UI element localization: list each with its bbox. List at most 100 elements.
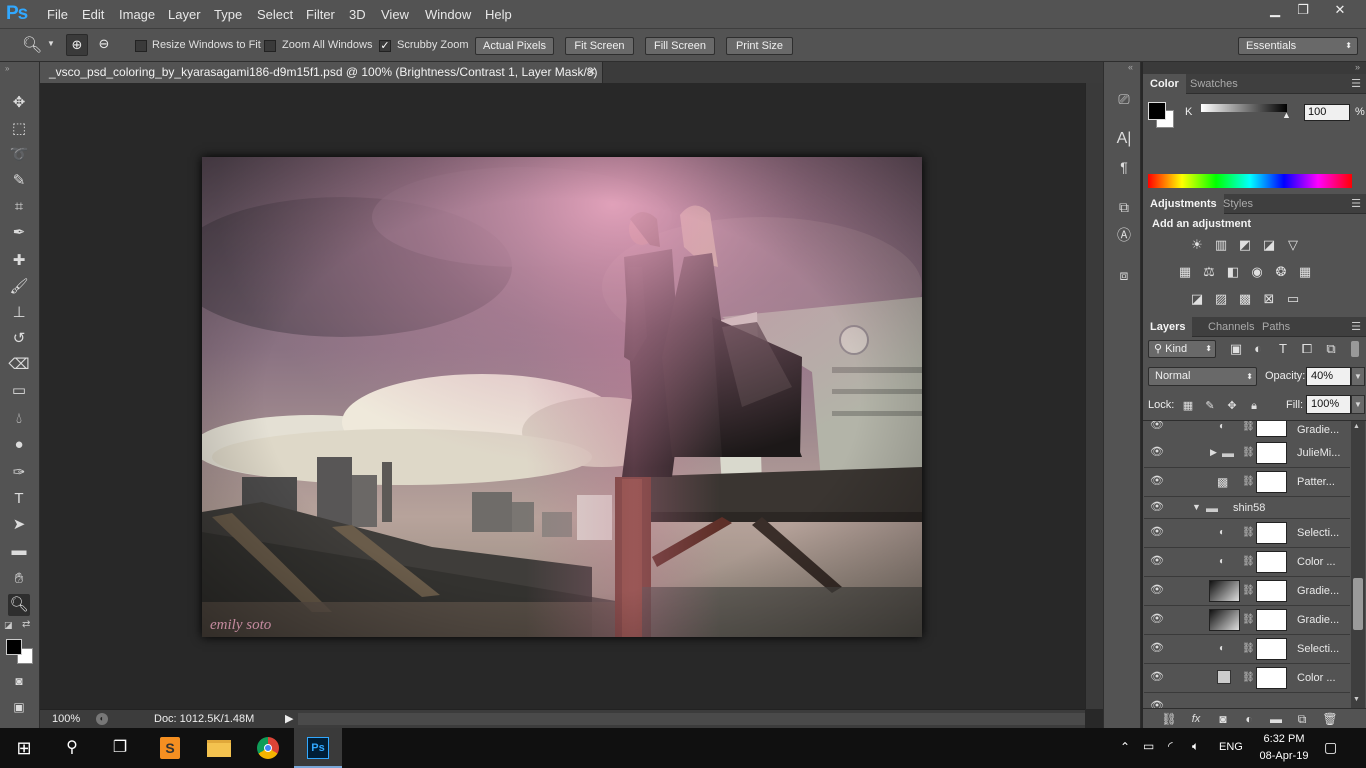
new-adjustment-icon[interactable]: ◐ [1240, 712, 1258, 726]
chevron-down-icon[interactable]: ▼ [47, 39, 55, 48]
menu-help[interactable]: Help [485, 7, 512, 22]
visibility-eye-icon[interactable]: 👁︎ [1150, 476, 1164, 487]
clock-time[interactable]: 6:32 PM [1256, 733, 1312, 745]
vertical-scrollbar[interactable] [1085, 83, 1103, 709]
move-tool-icon[interactable]: ✥ [8, 92, 30, 114]
photo-filter-icon[interactable]: ◉ [1248, 265, 1266, 279]
new-layer-icon[interactable]: ⧉ [1293, 712, 1311, 726]
workspace-select[interactable]: Essentials ⬍ [1238, 37, 1358, 55]
tab-color[interactable]: Color [1143, 74, 1186, 94]
new-group-icon[interactable]: ▬ [1267, 712, 1285, 726]
expand-group-icon[interactable]: ▶ [1210, 447, 1217, 458]
close-icon[interactable]: ✕ [1322, 0, 1358, 22]
tab-adjustments[interactable]: Adjustments [1143, 194, 1224, 214]
zoom-level[interactable]: 100% [52, 713, 80, 725]
visibility-eye-icon[interactable]: 👁︎ [1150, 672, 1164, 683]
levels-icon[interactable]: ▥ [1212, 238, 1230, 252]
fill-screen-button[interactable]: Fill Screen [645, 37, 715, 55]
rectangle-tool-icon[interactable]: ▬ [8, 540, 30, 562]
menu-edit[interactable]: Edit [82, 7, 104, 22]
menu-layer[interactable]: Layer [168, 7, 201, 22]
tool-presets-icon[interactable]: ⧉ [1113, 196, 1135, 218]
visibility-eye-icon[interactable]: 👁︎ [1150, 527, 1164, 538]
fill-input[interactable]: 100% [1306, 395, 1351, 414]
fill-dropdown-icon[interactable]: ▼ [1351, 395, 1365, 414]
layer-mask-thumbnail[interactable] [1256, 638, 1287, 660]
panel-menu-icon[interactable]: ☰ [1351, 77, 1361, 90]
start-menu-icon[interactable]: ⊞ [0, 728, 48, 768]
resize-windows-checkbox[interactable] [135, 40, 147, 52]
layer-group-row[interactable]: 👁︎ ▼ ▬ shin58 [1144, 497, 1350, 519]
swap-colors-icon[interactable]: ⇄ [22, 619, 30, 630]
filter-toggle[interactable] [1351, 341, 1359, 357]
exposure-icon[interactable]: ◪ [1260, 238, 1278, 252]
brightness-contrast-icon[interactable]: ☀ [1188, 238, 1206, 252]
hand-tool-icon[interactable]: ✋︎ [8, 568, 30, 590]
brush-tool-icon[interactable]: 🖌︎ [8, 276, 30, 298]
scroll-up-icon[interactable]: ▲ [1353, 423, 1360, 430]
show-hidden-icons-icon[interactable]: ⌃ [1120, 740, 1130, 754]
layer-mask-thumbnail[interactable] [1256, 667, 1287, 689]
collapse-panels-icon[interactable]: » [1355, 62, 1360, 72]
layer-mask-thumbnail[interactable] [1256, 522, 1287, 544]
chrome-taskbar-icon[interactable] [245, 728, 291, 768]
visibility-eye-icon[interactable]: 👁︎ [1150, 556, 1164, 567]
default-colors-icon[interactable]: ◪ [4, 620, 13, 631]
lock-all-icon[interactable]: 🔒︎ [1245, 399, 1263, 413]
photoshop-taskbar-icon[interactable]: Ps [294, 728, 342, 768]
3d-panel-icon[interactable]: ⧈ [1113, 264, 1135, 286]
visibility-eye-icon[interactable]: 👁︎ [1150, 643, 1164, 654]
menu-3d[interactable]: 3D [349, 7, 366, 22]
task-view-icon[interactable]: ❐ [96, 728, 144, 768]
k-slider-track[interactable] [1201, 104, 1287, 112]
channel-mixer-icon[interactable]: ❂ [1272, 265, 1290, 279]
layer-row[interactable]: 👁︎ ▩ ⛓ Patter... [1144, 468, 1350, 497]
file-explorer-taskbar-icon[interactable] [196, 728, 242, 768]
layer-mask-thumbnail[interactable] [1256, 551, 1287, 573]
dodge-tool-icon[interactable]: ● [8, 434, 30, 456]
opacity-dropdown-icon[interactable]: ▼ [1351, 367, 1365, 386]
layer-mask-thumbnail[interactable] [1256, 421, 1287, 437]
close-tab-icon[interactable]: ✕ [588, 62, 596, 83]
visibility-eye-icon[interactable]: 👁︎ [1150, 585, 1164, 596]
panel-foreground-swatch[interactable] [1148, 102, 1166, 120]
filter-smart-object-icon[interactable]: ⧉ [1322, 342, 1340, 356]
menu-type[interactable]: Type [214, 7, 242, 22]
vibrance-icon[interactable]: ▽ [1284, 238, 1302, 252]
zoom-in-icon[interactable]: ⊕ [66, 34, 88, 56]
panel-menu-icon[interactable]: ☰ [1351, 197, 1361, 210]
battery-icon[interactable]: ▭ [1143, 739, 1154, 753]
color-balance-icon[interactable]: ⚖ [1200, 265, 1218, 279]
k-slider-handle[interactable]: ▲ [1282, 110, 1291, 120]
filter-pixel-icon[interactable]: ▣ [1227, 342, 1245, 356]
blend-mode-select[interactable]: Normal ⬍ [1148, 367, 1257, 386]
visibility-eye-icon[interactable]: 👁︎ [1150, 421, 1164, 431]
document-image[interactable]: emily soto [202, 157, 922, 637]
scroll-down-icon[interactable]: ▼ [1353, 696, 1360, 703]
status-menu-arrow-icon[interactable]: ▶ [285, 712, 293, 725]
filter-type-icon[interactable]: T [1274, 342, 1292, 356]
opacity-input[interactable]: 40% [1306, 367, 1351, 386]
type-tool-icon[interactable]: T [8, 488, 30, 510]
layer-row[interactable]: 👁︎ ⛓ Color ... [1144, 664, 1350, 693]
zoom-tool-preset-icon[interactable]: 🔍︎ [22, 35, 42, 55]
scrollbar-thumb[interactable] [1353, 578, 1363, 630]
tab-channels[interactable]: Channels [1201, 317, 1261, 337]
layer-row[interactable]: 👁︎ ⛓ Gradie... [1144, 577, 1350, 606]
tab-swatches[interactable]: Swatches [1183, 74, 1245, 94]
delete-layer-icon[interactable]: 🗑︎ [1321, 712, 1339, 726]
wifi-icon[interactable]: ◜ [1168, 739, 1173, 753]
gradient-tool-icon[interactable]: ▭ [8, 380, 30, 402]
filter-adjustment-icon[interactable]: ◐ [1249, 342, 1267, 356]
layer-group-row[interactable]: 👁︎ ▶ ▬ ⛓ JulieMi... [1144, 439, 1350, 468]
black-white-icon[interactable]: ◧ [1224, 265, 1242, 279]
fit-screen-button[interactable]: Fit Screen [565, 37, 634, 55]
pen-tool-icon[interactable]: ✑ [8, 462, 30, 484]
layer-mask-thumbnail[interactable] [1256, 471, 1287, 493]
screen-mode-icon[interactable]: ▣ [8, 696, 30, 718]
layer-row[interactable]: 👁︎ ◐ ⛓ Gradie... [1144, 421, 1350, 441]
lock-position-icon[interactable]: ✥ [1223, 399, 1241, 413]
link-layers-icon[interactable]: ⛓ [1160, 712, 1178, 726]
layer-filter-select[interactable]: ⚲ Kind ⬍ [1148, 340, 1216, 358]
actual-pixels-button[interactable]: Actual Pixels [475, 37, 554, 55]
